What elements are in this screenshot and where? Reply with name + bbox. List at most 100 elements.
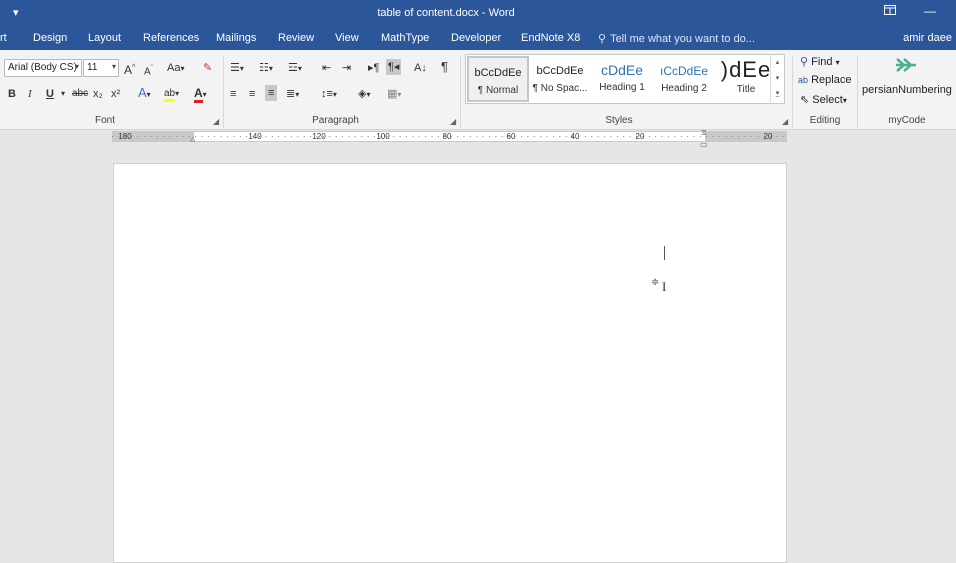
styles-gallery: bCcDdEe ¶ Normal bCcDdEe ¶ No Spac... cD… xyxy=(465,54,785,104)
styles-dialog-launcher-icon[interactable]: ◢ xyxy=(782,117,788,126)
tab-review[interactable]: Review xyxy=(278,32,314,44)
text-cursor xyxy=(664,246,665,260)
i-beam-cursor-icon: I xyxy=(662,279,667,294)
ribbon-tab-bar: rt Design Layout References Mailings Rev… xyxy=(0,28,956,50)
paragraph-dialog-launcher-icon[interactable]: ◢ xyxy=(450,117,456,126)
style-label: Heading 1 xyxy=(599,82,645,93)
underline-button[interactable]: U xyxy=(46,86,54,102)
paragraph-group-label: Paragraph xyxy=(312,115,359,126)
change-case-button[interactable]: Aa▾ xyxy=(167,60,184,77)
hanging-indent-marker-icon[interactable]: ▭ xyxy=(700,141,708,149)
font-name-combo[interactable]: Arial (Body CS) ▾ xyxy=(4,59,82,77)
horizontal-ruler[interactable]: 180 140 120 100 80 60 40 20 20 △ ⧖ xyxy=(112,129,787,143)
style-preview: ıCcDdEe xyxy=(659,64,709,78)
persian-numbering-button[interactable]: persianNumbering xyxy=(862,56,952,106)
tab-mathtype[interactable]: MathType xyxy=(381,32,429,44)
font-color-icon: A xyxy=(194,86,203,103)
chevron-down-icon: ▾ xyxy=(74,62,79,71)
left-indent-marker-icon[interactable]: △ xyxy=(190,135,195,143)
text-effects-icon: A xyxy=(138,85,147,100)
chevron-down-icon: ▾ xyxy=(111,62,116,71)
shading-icon[interactable]: ◈▾ xyxy=(358,86,370,103)
editing-group-label: Editing xyxy=(809,115,841,126)
tab-endnote[interactable]: EndNote X8 xyxy=(521,32,580,44)
grow-font-icon: A xyxy=(124,63,133,77)
strikethrough-button[interactable]: abc xyxy=(72,86,88,102)
style-heading-2[interactable]: ıCcDdEe Heading 2 xyxy=(653,56,715,102)
style-heading-1[interactable]: cDdEe Heading 1 xyxy=(591,56,653,102)
lightbulb-icon: ⚲ xyxy=(598,33,607,45)
scroll-down-icon[interactable]: ▾ xyxy=(771,71,784,87)
borders-icon[interactable]: ▦▾ xyxy=(387,86,401,103)
style-preview: bCcDdEe xyxy=(536,65,584,77)
replace-button[interactable]: ab Replace xyxy=(798,74,851,86)
tab-insert[interactable]: rt xyxy=(0,32,7,44)
ruler-label: 20 xyxy=(635,132,645,141)
style-label: ¶ Normal xyxy=(477,85,519,96)
user-account[interactable]: amir daee xyxy=(903,32,952,44)
tab-layout[interactable]: Layout xyxy=(88,32,121,44)
style-preview: bCcDdEe xyxy=(474,67,522,79)
bold-button[interactable]: B xyxy=(8,86,16,102)
tab-developer[interactable]: Developer xyxy=(451,32,501,44)
document-page[interactable]: ≑ I xyxy=(113,163,787,563)
clear-formatting-icon[interactable]: ✎ xyxy=(203,60,212,76)
align-right-icon[interactable]: ≡ xyxy=(265,85,278,101)
minimize-icon[interactable]: — xyxy=(920,4,940,18)
style-preview: cDdEe xyxy=(600,62,644,78)
ruler-label: 60 xyxy=(506,132,516,141)
ruler-label: 20 xyxy=(763,132,773,141)
numbering-icon[interactable]: ☷▾ xyxy=(259,60,273,77)
highlighter-icon: ab xyxy=(164,88,176,102)
show-marks-button[interactable]: ¶ xyxy=(441,59,448,75)
find-label: Find xyxy=(811,56,833,68)
font-group-label: Font xyxy=(94,115,115,126)
align-center-icon[interactable]: ≡ xyxy=(249,86,255,102)
tell-me-box[interactable]: ⚲ Tell me what you want to do... xyxy=(598,32,755,45)
subscript-button[interactable]: x₂ xyxy=(93,86,103,102)
find-button[interactable]: ⚲ Find ▾ xyxy=(800,55,840,68)
scroll-up-icon[interactable]: ▴ xyxy=(771,55,784,71)
shrink-font-button[interactable]: Aˇ xyxy=(144,61,153,80)
tab-design[interactable]: Design xyxy=(33,32,67,44)
gallery-more-icon[interactable]: ▾̲ xyxy=(771,87,784,103)
replace-label: Replace xyxy=(811,74,852,86)
style-title[interactable]: )dEe Title xyxy=(715,56,777,102)
shrink-font-icon: A xyxy=(144,66,151,78)
align-left-icon[interactable]: ≡ xyxy=(230,86,236,102)
italic-button[interactable]: I xyxy=(28,86,32,102)
text-effects-button[interactable]: A▾ xyxy=(138,85,151,103)
ruler-label: 180 xyxy=(118,132,132,141)
multilevel-list-icon[interactable]: ☲▾ xyxy=(288,60,302,77)
font-size-combo[interactable]: 11 ▾ xyxy=(83,59,119,77)
ruler-label: 120 xyxy=(312,132,326,141)
style-normal[interactable]: bCcDdEe ¶ Normal xyxy=(467,56,529,102)
mycode-group-label: myCode xyxy=(888,115,926,126)
style-no-spacing[interactable]: bCcDdEe ¶ No Spac... xyxy=(529,56,591,102)
bullets-icon[interactable]: ☰▾ xyxy=(230,60,244,77)
sort-icon[interactable]: A↓ xyxy=(414,60,427,76)
decrease-indent-icon[interactable]: ⇤ xyxy=(322,60,331,76)
gallery-scrollbar[interactable]: ▴ ▾ ▾̲ xyxy=(770,55,784,103)
right-indent-marker-icon[interactable]: ⧖ xyxy=(701,129,707,137)
justify-icon[interactable]: ≣▾ xyxy=(286,86,299,103)
paragraph-rtl-marker-icon: ≑ xyxy=(651,277,660,288)
highlight-button[interactable]: ab▾ xyxy=(164,85,179,102)
search-icon: ⚲ xyxy=(800,56,809,68)
tab-view[interactable]: View xyxy=(335,32,359,44)
select-button[interactable]: ⇖ Select▾ xyxy=(800,93,847,106)
ltr-icon[interactable]: ▸¶ xyxy=(368,60,379,76)
increase-indent-icon[interactable]: ⇥ xyxy=(342,60,351,76)
ribbon-display-icon[interactable] xyxy=(880,4,900,18)
ruler-label: 140 xyxy=(248,132,262,141)
grow-font-button[interactable]: A^ xyxy=(124,60,135,78)
chevron-down-icon[interactable]: ▾ xyxy=(61,86,65,102)
window-title: table of content.docx - Word xyxy=(377,7,515,19)
rtl-icon[interactable]: ¶◂ xyxy=(386,59,402,75)
superscript-button[interactable]: x² xyxy=(111,86,120,102)
font-color-button[interactable]: A▾ xyxy=(194,85,207,103)
tab-references[interactable]: References xyxy=(143,32,199,44)
tab-mailings[interactable]: Mailings xyxy=(216,32,256,44)
font-dialog-launcher-icon[interactable]: ◢ xyxy=(213,117,219,126)
line-spacing-icon[interactable]: ↕≡▾ xyxy=(321,86,337,103)
